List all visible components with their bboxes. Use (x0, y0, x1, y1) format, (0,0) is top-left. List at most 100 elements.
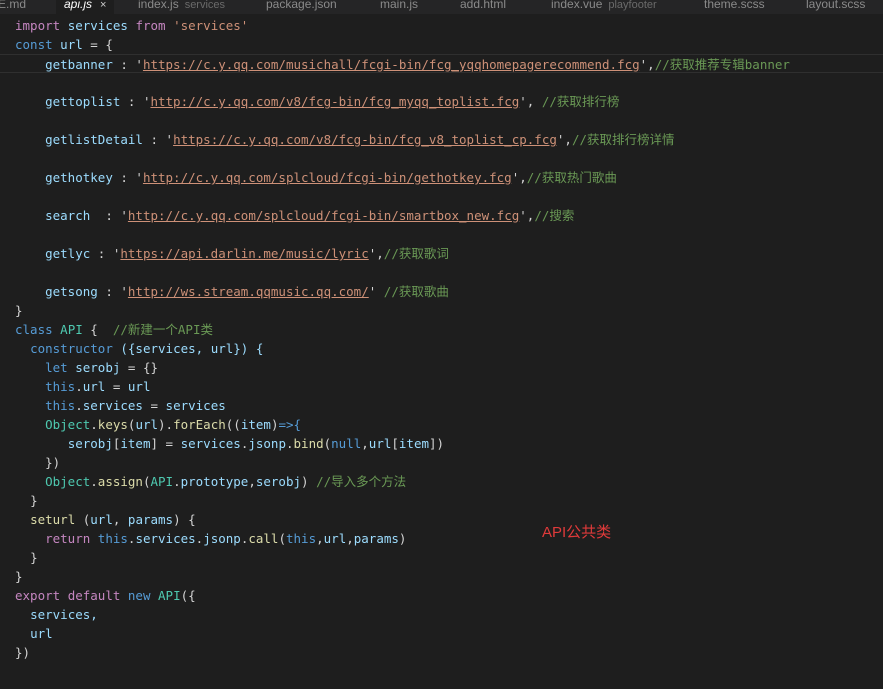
tab-index-js[interactable]: index.js services (138, 0, 225, 14)
tab-sublabel: playfooter (608, 0, 657, 11)
comment: //获取排行榜详情 (571, 132, 675, 147)
close-icon[interactable]: × (100, 0, 106, 11)
identifier: services (135, 531, 196, 546)
function: bind (293, 436, 324, 451)
punctuation: }) (45, 455, 61, 470)
keyword: let (45, 360, 68, 375)
tab-main-js[interactable]: main.js (380, 0, 418, 14)
code-line: import services from 'services' (0, 16, 883, 35)
identifier: services (165, 398, 226, 413)
identifier: services, (30, 607, 98, 622)
identifier: item (240, 417, 271, 432)
code-line: this.services = services (45, 398, 226, 413)
identifier: url (323, 531, 347, 546)
punctuation: ', (511, 170, 527, 185)
keyword: default (67, 588, 121, 603)
url-link[interactable]: http://c.y.qq.com/splcloud/fcgi-bin/geth… (143, 170, 512, 185)
comment: //导入多个方法 (316, 474, 407, 489)
url-link[interactable]: https://c.y.qq.com/v8/fcg-bin/fcg_v8_top… (173, 132, 557, 147)
keyword: from (135, 18, 166, 33)
punctuation: : ' (90, 246, 121, 261)
code-line: class API { //新建一个API类 (0, 320, 883, 339)
function: assign (97, 474, 143, 489)
comment: //获取歌词 (383, 246, 449, 261)
keyword: const (15, 37, 53, 52)
annotation-label: API公共类 (542, 524, 612, 541)
object-key: search (45, 208, 91, 223)
code-line: constructor ({services, url}) { (0, 339, 883, 358)
tab-readme[interactable]: E.md (0, 0, 26, 14)
code-line-current: getbanner : 'https://c.y.qq.com/musichal… (0, 54, 883, 73)
params: ({services, url}) { (112, 341, 264, 356)
code-line: } (0, 491, 883, 510)
comment: //获取歌曲 (383, 284, 449, 299)
identifier: url (368, 436, 392, 451)
class-name: Object (45, 417, 91, 432)
code-line: }) (0, 453, 883, 472)
keyword: this (97, 531, 128, 546)
function: forEach (173, 417, 226, 432)
code-line: return this.services.jsonp.call(this,url… (45, 531, 407, 546)
object-key: getlyc (45, 246, 91, 261)
identifier: url (135, 417, 159, 432)
tab-package-json[interactable]: package.json (266, 0, 337, 14)
identifier: params (127, 512, 174, 527)
function: seturl (30, 512, 76, 527)
code-editor[interactable]: import services from 'services' const ur… (0, 14, 883, 689)
identifier: url (82, 379, 106, 394)
comment: //获取排行榜 (541, 94, 620, 109)
keyword: import (15, 18, 61, 33)
punctuation: ' (368, 284, 384, 299)
punctuation: } (30, 493, 38, 508)
punctuation: : ' (142, 132, 174, 147)
identifier: jsonp (248, 436, 286, 451)
url-link[interactable]: http://c.y.qq.com/v8/fcg-bin/fcg_myqq_to… (150, 94, 519, 109)
identifier: prototype (180, 474, 249, 489)
code-line: gettoplist : 'http://c.y.qq.com/v8/fcg-b… (0, 92, 883, 111)
identifier: serobj (255, 474, 302, 489)
code-line: services, (0, 605, 883, 624)
code-line: seturl (url, params) { (30, 512, 196, 527)
tab-layout-scss[interactable]: layout.scss (806, 0, 865, 14)
url-link[interactable]: http://c.y.qq.com/splcloud/fcgi-bin/smar… (128, 208, 519, 223)
editor-tab-bar: E.md api.js × index.js services package.js… (0, 0, 883, 14)
tab-theme-scss[interactable]: theme.scss (704, 0, 765, 14)
identifier: serobj (67, 436, 113, 451)
punctuation: ', (519, 208, 535, 223)
identifier: url (30, 626, 53, 641)
arrow: =>{ (278, 417, 302, 432)
url-link[interactable]: http://ws.stream.qqmusic.qq.com/ (128, 284, 369, 299)
identifier: url (60, 37, 83, 52)
tab-index-vue[interactable]: index.vue playfooter (551, 0, 657, 14)
code-line: url (0, 624, 883, 643)
tab-label: E.md (0, 0, 27, 11)
code-line: Object.keys(url).forEach((item)=>{ (45, 417, 302, 432)
code-line: getlistDetail : 'https://c.y.qq.com/v8/f… (0, 130, 883, 149)
punctuation: ', (368, 246, 384, 261)
tab-label: main.js (380, 0, 419, 11)
identifier: item (120, 436, 151, 451)
keyword: this (286, 531, 317, 546)
punctuation: { (82, 322, 113, 337)
code-line: }) (0, 643, 883, 662)
tab-label: theme.scss (704, 0, 765, 11)
code-line: getsong : 'http://ws.stream.qqmusic.qq.c… (0, 282, 883, 301)
code-line: gethotkey : 'http://c.y.qq.com/splcloud/… (0, 168, 883, 187)
punctuation: = {} (120, 360, 159, 375)
punctuation: : ' (112, 170, 143, 185)
punctuation: }) (15, 645, 31, 660)
tab-api-js[interactable]: api.js × (56, 0, 115, 14)
url-link[interactable]: https://api.darlin.me/music/lyric (120, 246, 368, 261)
comment: //获取推荐专辑banner (654, 57, 790, 72)
url-link[interactable]: https://c.y.qq.com/musichall/fcgi-bin/fc… (143, 57, 640, 72)
identifier: serobj (75, 360, 121, 375)
code-line: } (0, 567, 883, 586)
code-line: } (0, 301, 883, 320)
identifier: jsonp (203, 531, 241, 546)
comment: //搜索 (534, 208, 575, 223)
tab-add-html[interactable]: add.html (460, 0, 506, 14)
keyword: this (45, 398, 76, 413)
punctuation: ', (556, 132, 572, 147)
punctuation: } (30, 550, 38, 565)
identifier: services (67, 18, 128, 33)
